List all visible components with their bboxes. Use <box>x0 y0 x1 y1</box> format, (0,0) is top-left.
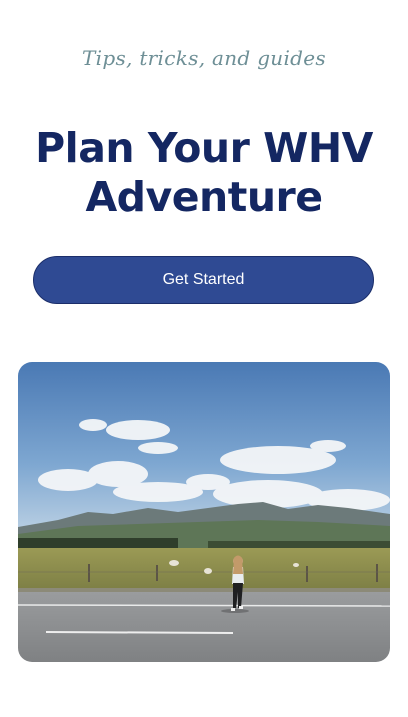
get-started-button[interactable]: Get Started <box>33 256 374 304</box>
tagline: Tips, tricks, and guides <box>82 46 326 70</box>
page-title-line-2: Adventure <box>85 173 323 221</box>
landscape-image <box>18 362 390 662</box>
page-title-line-1: Plan Your WHV <box>35 124 373 172</box>
hero-photo <box>18 362 390 662</box>
page-title: Plan Your WHV Adventure <box>0 124 408 222</box>
